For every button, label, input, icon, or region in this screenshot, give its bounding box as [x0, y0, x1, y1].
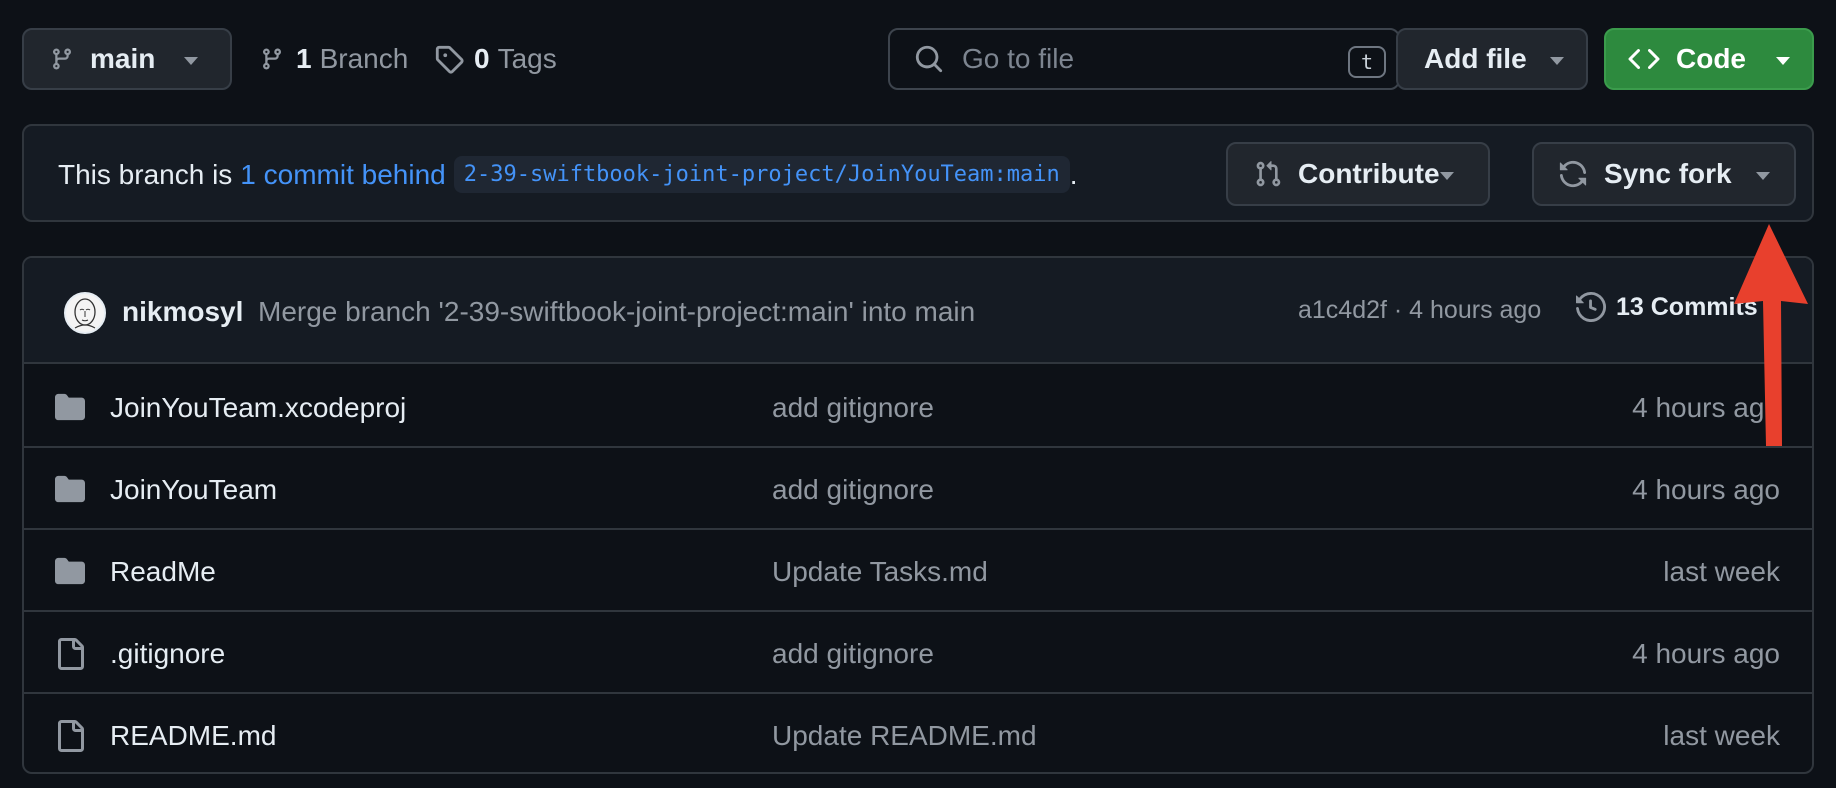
file-commit-message-link[interactable]: add gitignore [772, 638, 934, 670]
code-icon [1628, 48, 1660, 70]
contribute-label: Contribute [1298, 158, 1440, 189]
latest-commit-header: nikmosyl Merge branch '2-39-swiftbook-jo… [24, 258, 1812, 364]
file-icon [58, 638, 84, 670]
history-icon [1576, 292, 1606, 322]
file-row[interactable]: .gitignore add gitignore 4 hours ago [24, 612, 1812, 694]
sync-fork-label: Sync fork [1604, 158, 1732, 189]
keyboard-shortcut-hint: t [1348, 46, 1386, 78]
chevron-down-icon [1756, 172, 1770, 180]
file-name-link[interactable]: .gitignore [110, 638, 225, 670]
chevron-down-icon [1440, 172, 1454, 180]
sync-icon [1559, 160, 1587, 188]
file-commit-message-link[interactable]: add gitignore [772, 392, 934, 424]
folder-icon [55, 393, 85, 421]
branch-status-panel: This branch is 1 commit behind 2-39-swif… [22, 124, 1814, 222]
file-row[interactable]: ReadMe Update Tasks.md last week [24, 530, 1812, 612]
code-label: Code [1676, 43, 1746, 74]
file-commit-message-link[interactable]: Update Tasks.md [772, 556, 988, 588]
file-name-link[interactable]: README.md [110, 720, 276, 752]
file-commit-message-link[interactable]: Update README.md [772, 720, 1037, 752]
git-branch-icon [262, 48, 281, 70]
file-commit-time: last week [1663, 556, 1780, 587]
file-commit-time: 4 hours ago [1632, 474, 1780, 505]
repo-toolbar: main 1 Branch 0 Tags Go to file t Add fi… [22, 28, 1814, 92]
upstream-branch-ref: 2-39-swiftbook-joint-project/JoinYouTeam… [453, 156, 1070, 193]
search-icon [915, 45, 943, 73]
red-arrow-icon [1734, 224, 1808, 446]
tag-count-label: Tags [497, 43, 557, 74]
repository-page: main 1 Branch 0 Tags Go to file t Add fi… [0, 0, 1836, 788]
file-commit-time: 4 hours ago [1632, 638, 1780, 669]
file-row[interactable]: JoinYouTeam add gitignore 4 hours ago [24, 448, 1812, 530]
commit-hash-and-time[interactable]: a1c4d2f · 4 hours ago [1298, 296, 1541, 325]
branches-link[interactable]: 1 Branch [260, 28, 408, 90]
branch-count-label: Branch [319, 43, 409, 74]
folder-icon [55, 475, 85, 503]
file-listing: nikmosyl Merge branch '2-39-swiftbook-jo… [22, 256, 1814, 774]
branch-count: 1 [296, 43, 312, 74]
branch-status-message: This branch is 1 commit behind 2-39-swif… [58, 156, 1078, 193]
git-branch-icon [52, 48, 71, 70]
file-row[interactable]: README.md Update README.md last week [24, 694, 1812, 772]
chevron-down-icon [184, 57, 198, 65]
file-name-link[interactable]: ReadMe [110, 556, 216, 588]
file-commit-time: last week [1663, 720, 1780, 751]
avatar[interactable] [64, 292, 106, 334]
add-file-button[interactable]: Add file [1396, 28, 1588, 90]
tag-icon [435, 45, 464, 74]
contribute-button[interactable]: Contribute [1226, 142, 1490, 206]
commits-behind-link[interactable]: 1 commit behind [240, 159, 445, 191]
commit-message-link[interactable]: Merge branch '2-39-swiftbook-joint-proje… [258, 296, 975, 328]
add-file-label: Add file [1424, 43, 1527, 74]
code-button[interactable]: Code [1604, 28, 1814, 90]
file-row[interactable]: JoinYouTeam.xcodeproj add gitignore 4 ho… [24, 366, 1812, 448]
branch-selector-button[interactable]: main [22, 28, 232, 90]
tags-link[interactable]: 0 Tags [434, 28, 557, 90]
status-prefix: This branch is [58, 158, 233, 190]
status-suffix: . [1069, 158, 1078, 190]
search-placeholder: Go to file [962, 43, 1075, 74]
chevron-down-icon [1776, 57, 1790, 65]
go-to-file-input[interactable]: Go to file t [888, 28, 1400, 90]
file-name-link[interactable]: JoinYouTeam [110, 474, 277, 506]
tag-count: 0 [474, 43, 490, 74]
file-icon [58, 720, 84, 752]
file-commit-message-link[interactable]: add gitignore [772, 474, 934, 506]
commit-author-link[interactable]: nikmosyl [122, 296, 243, 328]
chevron-down-icon [1550, 57, 1564, 65]
avatar-face-icon [74, 298, 96, 329]
sync-fork-button[interactable]: Sync fork [1532, 142, 1796, 206]
folder-icon [55, 557, 85, 585]
git-pull-request-icon [1256, 161, 1281, 187]
file-name-link[interactable]: JoinYouTeam.xcodeproj [110, 392, 406, 424]
branch-name: main [90, 43, 156, 74]
